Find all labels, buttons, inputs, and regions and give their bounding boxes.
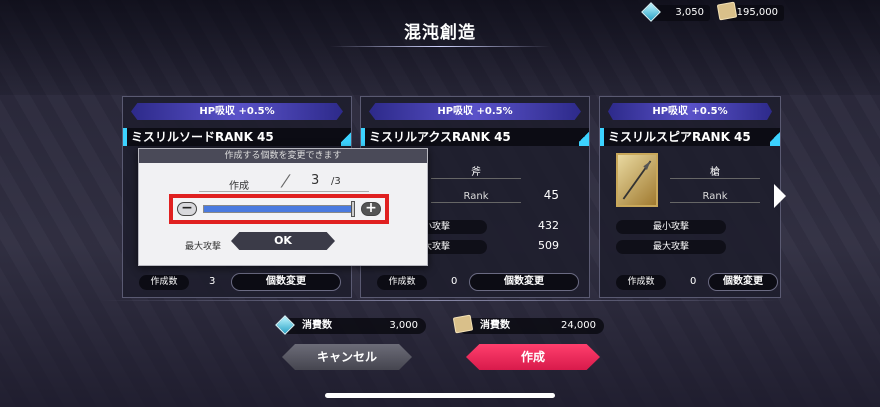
count-label: 作成数 bbox=[616, 275, 666, 290]
hp-bonus-banner: HP吸収 +0.5% bbox=[369, 103, 581, 120]
quantity-slider[interactable] bbox=[203, 205, 353, 213]
min-attack-value: 432 bbox=[538, 219, 559, 232]
gold-count: 195,000 bbox=[736, 7, 778, 18]
count-value: 3 bbox=[209, 276, 216, 287]
current-count: 3 bbox=[311, 173, 320, 188]
min-attack-label: 最小攻撃 bbox=[616, 220, 726, 234]
create-button[interactable]: 作成 bbox=[466, 344, 600, 370]
slider-thumb[interactable] bbox=[351, 201, 355, 217]
divider-slash: / bbox=[279, 171, 292, 190]
make-label: 作成 bbox=[229, 181, 249, 192]
scroll-icon bbox=[716, 1, 738, 21]
gold-currency: 195,000 bbox=[716, 1, 784, 21]
change-count-button[interactable]: 個数変更 bbox=[231, 273, 341, 291]
rank-label: Rank bbox=[670, 191, 760, 203]
count-value: 0 bbox=[690, 276, 697, 287]
ok-button[interactable]: OK bbox=[231, 232, 335, 250]
weapon-type: 槍 bbox=[670, 163, 760, 179]
gold-cost: 消費数 24,000 bbox=[452, 314, 604, 334]
quantity-stepper: − + bbox=[169, 194, 389, 224]
hp-bonus-banner: HP吸収 +0.5% bbox=[131, 103, 343, 120]
max-count: /3 bbox=[331, 176, 341, 187]
count-value: 0 bbox=[451, 276, 458, 287]
plus-button[interactable]: + bbox=[361, 201, 381, 216]
gem-count: 3,050 bbox=[675, 7, 704, 18]
gold-cost-value: 24,000 bbox=[561, 320, 596, 331]
item-name: ミスリルアクスRANK 45 bbox=[361, 128, 589, 146]
count-label: 作成数 bbox=[377, 275, 427, 290]
item-name: ミスリルソードRANK 45 bbox=[123, 128, 351, 146]
item-name: ミスリルスピアRANK 45 bbox=[600, 128, 780, 146]
rank-value: 45 bbox=[543, 188, 559, 202]
behind-max-attack-label: 最大攻撃 bbox=[185, 242, 222, 252]
change-count-button[interactable]: 個数変更 bbox=[708, 273, 778, 291]
gem-cost-value: 3,000 bbox=[389, 320, 418, 331]
title-underline bbox=[330, 46, 550, 47]
footer-divider bbox=[100, 300, 780, 301]
change-count-button[interactable]: 個数変更 bbox=[469, 273, 579, 291]
hp-bonus-banner: HP吸収 +0.5% bbox=[608, 103, 772, 120]
dialog-heading: 作成する個数を変更できます bbox=[139, 149, 427, 163]
home-indicator bbox=[325, 393, 555, 398]
max-attack-label: 最大攻撃 bbox=[616, 240, 726, 254]
quantity-dialog: 作成する個数を変更できます 作成 / 3 /3 − + OK 最大攻撃 bbox=[138, 148, 428, 266]
slider-fill bbox=[204, 206, 352, 212]
next-page-arrow-icon[interactable] bbox=[774, 184, 786, 208]
item-thumbnail bbox=[616, 153, 658, 207]
scroll-icon bbox=[452, 314, 474, 334]
cancel-button[interactable]: キャンセル bbox=[282, 344, 412, 370]
page-title: 混沌創造 bbox=[404, 23, 476, 43]
gem-currency: 3,050 bbox=[641, 2, 710, 22]
max-attack-value: 509 bbox=[538, 239, 559, 252]
count-underline bbox=[199, 191, 369, 192]
rank-label: Rank bbox=[431, 191, 521, 203]
gem-icon bbox=[275, 315, 295, 335]
gem-icon bbox=[641, 2, 661, 22]
gold-cost-label: 消費数 bbox=[480, 320, 510, 331]
gem-cost-label: 消費数 bbox=[302, 320, 332, 331]
minus-button[interactable]: − bbox=[177, 201, 197, 216]
spear-icon bbox=[622, 160, 652, 200]
gem-cost: 消費数 3,000 bbox=[275, 315, 426, 335]
count-label: 作成数 bbox=[139, 275, 189, 290]
card-spear[interactable]: HP吸収 +0.5% ミスリルスピアRANK 45 槍 Rank 最小攻撃 最大… bbox=[599, 96, 781, 298]
weapon-type: 斧 bbox=[431, 163, 521, 179]
